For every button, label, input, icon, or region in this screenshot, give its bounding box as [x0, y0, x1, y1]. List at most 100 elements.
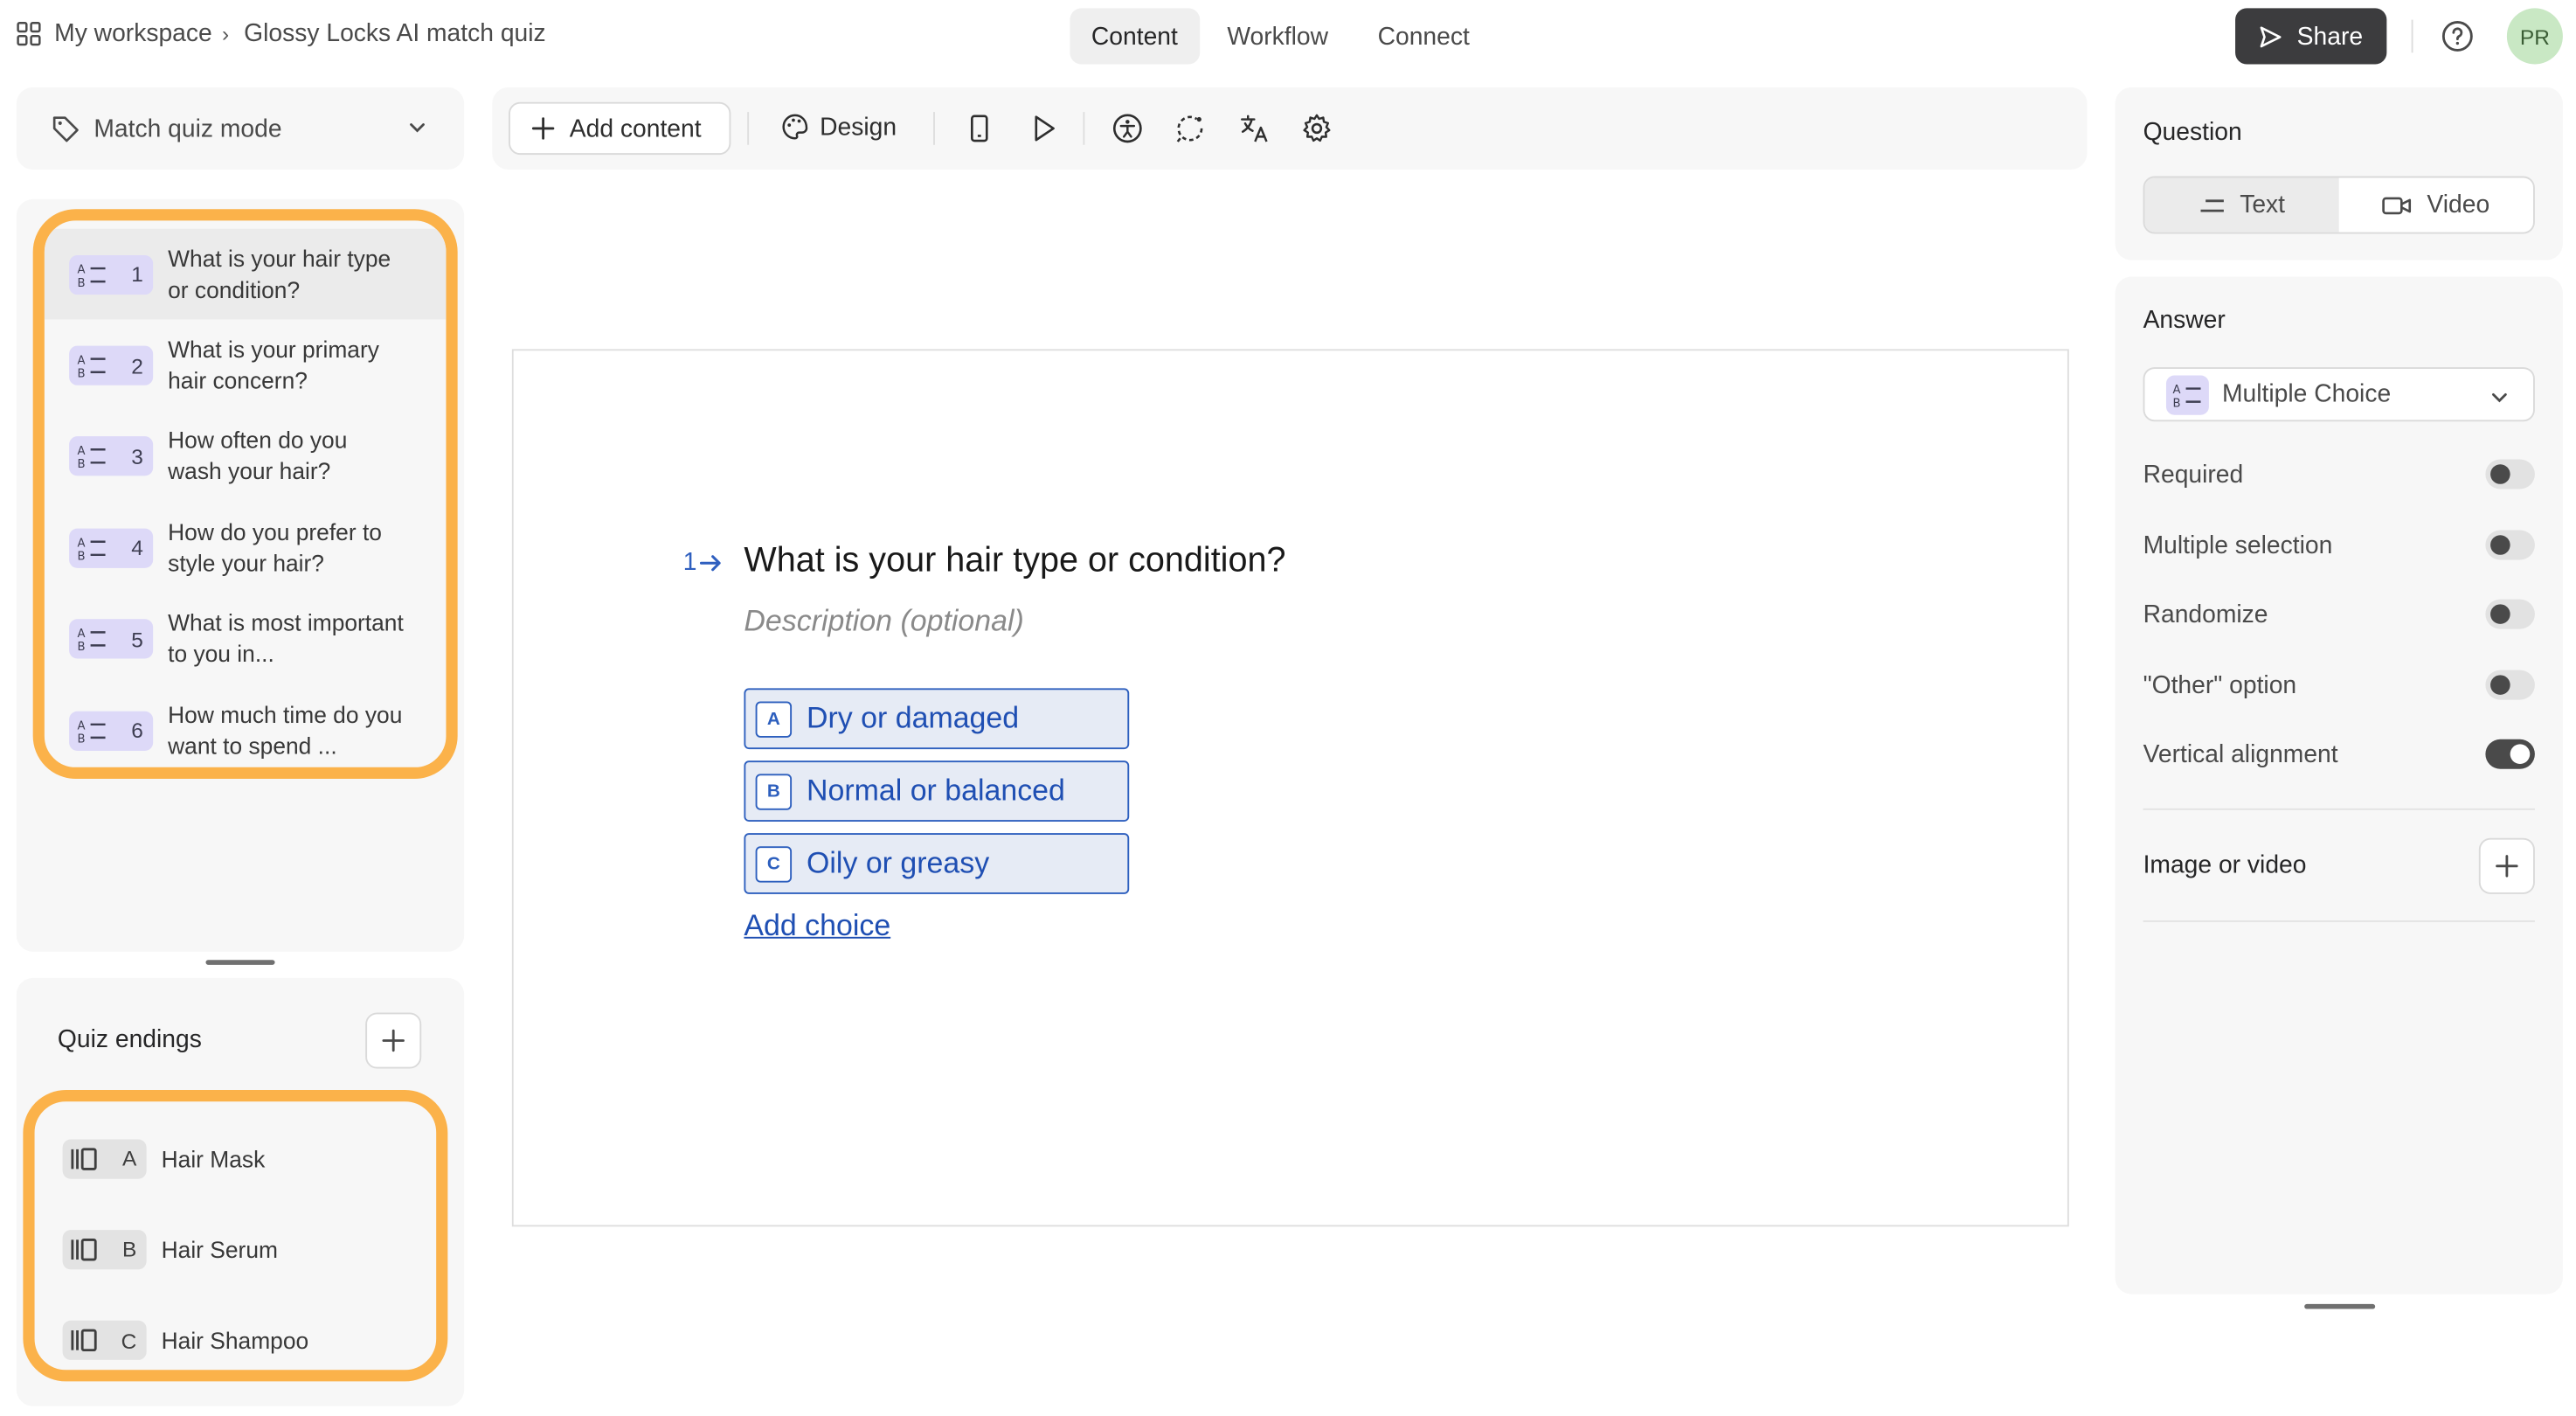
add-content-label: Add content — [569, 114, 702, 142]
video-tab-label: Video — [2427, 191, 2490, 219]
logic-map-icon[interactable] — [1174, 112, 1207, 145]
question-number: 1 — [131, 261, 143, 288]
question-type-toggle: Text Video — [2143, 176, 2535, 234]
question-label: What is your primary hair concern? — [168, 336, 379, 394]
multiple-choice-icon: AB — [78, 719, 106, 744]
required-toggle[interactable] — [2485, 459, 2535, 489]
multiple-choice-badge: AB 5 — [69, 619, 154, 659]
tab-content[interactable]: Content — [1070, 8, 1200, 65]
multiple-choice-icon: AB — [78, 446, 106, 470]
chevron-down-icon — [410, 123, 425, 133]
question-label: How do you prefer to style your hair? — [168, 518, 382, 577]
breadcrumb: My workspace › Glossy Locks AI match qui… — [17, 20, 546, 48]
multiple-choice-badge: AB 4 — [69, 528, 154, 568]
answer-type-select[interactable]: AB Multiple Choice — [2143, 367, 2535, 422]
ending-key: B — [122, 1237, 137, 1262]
question-number: 4 — [131, 535, 143, 561]
quiz-endings-panel: Quiz endings A Hair Mask B Hair Serum C … — [16, 977, 465, 1406]
required-setting: Required — [2143, 455, 2535, 494]
question-item-2[interactable]: AB 2 What is your primary hair concern? — [45, 320, 447, 411]
toggle-label: Required — [2143, 460, 2244, 489]
text-tab[interactable]: Text — [2144, 177, 2339, 233]
question-item-3[interactable]: AB 3 How often do you wash your hair? — [45, 412, 447, 503]
description-input[interactable]: Description (optional) — [744, 604, 1023, 639]
question-number: 6 — [131, 718, 143, 743]
question-canvas: 1 What is your hair type or condition? D… — [511, 349, 2069, 1227]
ending-label: Hair Serum — [161, 1236, 278, 1263]
multiple-choice-badge: AB 1 — [69, 254, 154, 295]
choice-b[interactable]: B Normal or balanced — [744, 760, 1130, 822]
chevron-down-icon — [2492, 393, 2507, 403]
accessibility-icon[interactable] — [1111, 112, 1144, 145]
translate-icon[interactable] — [1238, 112, 1271, 145]
randomize-toggle[interactable] — [2485, 599, 2535, 629]
choice-key: C — [755, 845, 793, 882]
question-item-5[interactable]: AB 5 What is most important to you in... — [45, 593, 447, 684]
toggle-label: "Other" option — [2143, 670, 2297, 699]
editor-toolbar: Add content Design — [492, 87, 2088, 170]
settings-gear-icon[interactable] — [1300, 112, 1333, 145]
randomize-setting: Randomize — [2143, 594, 2535, 634]
top-bar: My workspace › Glossy Locks AI match qui… — [0, 0, 2576, 73]
question-settings-panel: Question Text Video — [2115, 87, 2563, 260]
share-label: Share — [2296, 22, 2364, 51]
help-icon[interactable] — [2440, 18, 2476, 54]
plus-icon — [531, 117, 555, 140]
multiple-choice-badge: AB 6 — [69, 711, 154, 751]
panel-resize-handle[interactable] — [205, 960, 275, 965]
mode-select[interactable]: Match quiz mode — [16, 87, 465, 170]
video-tab[interactable]: Video — [2339, 177, 2533, 232]
avatar[interactable]: PR — [2506, 8, 2563, 65]
divider — [747, 112, 750, 145]
design-button[interactable]: Design — [780, 112, 897, 142]
question-label: What is your hair type or condition? — [168, 245, 391, 303]
tag-icon — [52, 116, 79, 142]
answer-section-title: Answer — [2143, 306, 2226, 335]
workspace-grid-icon — [17, 22, 41, 46]
video-camera-icon — [2383, 196, 2412, 214]
add-media-button[interactable] — [2478, 837, 2535, 894]
svg-text:B: B — [78, 732, 86, 744]
svg-text:B: B — [2172, 396, 2180, 407]
question-item-1[interactable]: AB 1 What is your hair type or condition… — [44, 228, 447, 321]
multiple-choice-icon: AB — [78, 263, 106, 288]
question-title-input[interactable]: What is your hair type or condition? — [744, 542, 1285, 581]
svg-text:A: A — [78, 719, 86, 732]
question-number: 3 — [131, 444, 143, 469]
breadcrumb-workspace-link[interactable]: My workspace — [54, 20, 212, 48]
add-choice-link[interactable]: Add choice — [744, 909, 890, 944]
add-ending-button[interactable] — [365, 1012, 422, 1069]
question-item-4[interactable]: AB 4 How do you prefer to style your hai… — [45, 503, 447, 593]
choice-a[interactable]: A Dry or damaged — [744, 688, 1130, 750]
svg-text:B: B — [78, 276, 86, 288]
tab-connect[interactable]: Connect — [1356, 8, 1491, 64]
arrow-right-icon — [700, 554, 722, 571]
toggle-label: Vertical alignment — [2143, 739, 2338, 768]
breadcrumb-form-title[interactable]: Glossy Locks AI match quiz — [244, 20, 545, 48]
question-list-panel: AB 1 What is your hair type or condition… — [16, 198, 465, 952]
vertical-alignment-toggle[interactable] — [2485, 739, 2535, 769]
panel-resize-handle[interactable] — [2304, 1303, 2376, 1309]
question-item-6[interactable]: AB 6 How much time do you want to spend … — [45, 685, 447, 767]
ending-item-c[interactable]: C Hair Shampoo — [35, 1295, 437, 1386]
divider — [2143, 920, 2535, 922]
multiple-choice-badge: AB 2 — [69, 345, 154, 385]
design-label: Design — [820, 113, 897, 142]
mobile-preview-icon[interactable] — [963, 112, 996, 145]
multiple-selection-toggle[interactable] — [2485, 530, 2535, 560]
choice-label: Oily or greasy — [807, 846, 990, 879]
ending-item-a[interactable]: A Hair Mask — [35, 1113, 437, 1204]
play-icon[interactable] — [1027, 112, 1060, 145]
tab-workflow[interactable]: Workflow — [1206, 8, 1350, 64]
main-tabs: Content Workflow Connect — [1070, 8, 1497, 65]
ending-item-b[interactable]: B Hair Serum — [35, 1204, 437, 1295]
choice-c[interactable]: C Oily or greasy — [744, 833, 1130, 894]
choice-key: A — [755, 700, 793, 737]
ending-icon — [71, 1329, 97, 1352]
add-content-button[interactable]: Add content — [509, 101, 731, 156]
other-option-toggle[interactable] — [2485, 670, 2535, 700]
ending-label: Hair Mask — [161, 1145, 266, 1172]
share-button[interactable]: Share — [2235, 8, 2387, 65]
divider — [2411, 19, 2413, 53]
ending-icon — [71, 1147, 97, 1170]
